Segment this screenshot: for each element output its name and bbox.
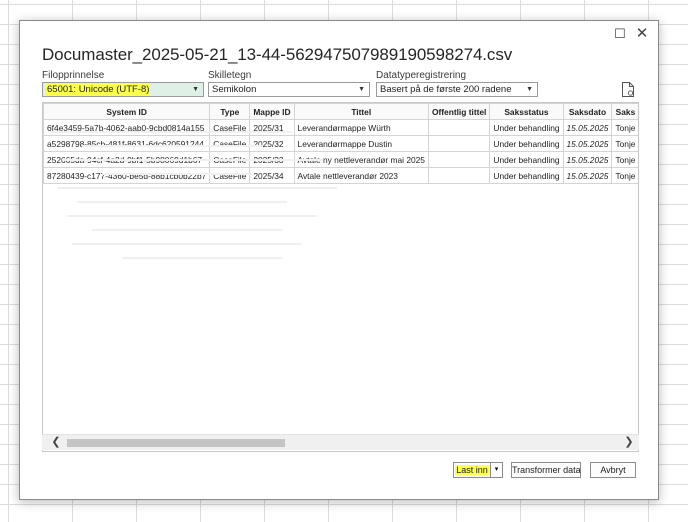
dialog-title: Documaster_2025-05-21_13-44-562947507989… bbox=[42, 45, 513, 64]
column-header[interactable]: Saksstatus bbox=[489, 103, 564, 120]
scrollbar-thumb[interactable] bbox=[67, 439, 285, 447]
chevron-down-icon: ▼ bbox=[192, 86, 199, 93]
table-cell: Tonje bbox=[611, 135, 638, 152]
chevron-down-icon: ▼ bbox=[358, 86, 365, 93]
column-header[interactable]: Offentlig tittel bbox=[427, 103, 491, 120]
table-cell: Under behandling bbox=[489, 135, 564, 152]
chevron-left-icon[interactable]: ❮ bbox=[48, 435, 64, 451]
table-cell bbox=[427, 135, 491, 152]
table-cell bbox=[427, 119, 491, 136]
transform-data-button[interactable]: Transformer data bbox=[511, 462, 581, 478]
chevron-right-icon[interactable]: ❯ bbox=[621, 435, 637, 451]
load-button-label: Last inn bbox=[455, 465, 489, 475]
table-cell: Under behandling bbox=[489, 119, 564, 136]
column-header[interactable]: System ID bbox=[43, 103, 211, 120]
column-header[interactable]: Saks bbox=[611, 103, 638, 120]
file-origin-label: Filopprinnelse bbox=[42, 70, 105, 81]
table-cell: 15.05.2025 bbox=[562, 135, 613, 152]
chevron-down-icon: ▾ bbox=[494, 466, 499, 473]
table-cell: Tonje bbox=[611, 151, 638, 168]
delimiter-label: Skilletegn bbox=[208, 70, 252, 81]
file-origin-value: 65001: Unicode (UTF-8) bbox=[46, 83, 151, 96]
chevron-down-icon: ▼ bbox=[526, 86, 533, 93]
cancel-button[interactable]: Avbryt bbox=[590, 462, 636, 478]
table-cell bbox=[427, 167, 491, 184]
datatype-select[interactable]: Basert på de første 200 radene ▼ bbox=[376, 82, 538, 97]
table-cell: Under behandling bbox=[489, 151, 564, 168]
table-cell bbox=[427, 151, 491, 168]
import-dialog: ☐ ✕ Documaster_2025-05-21_13-44-56294750… bbox=[19, 20, 659, 500]
header-row: System ID Type Mappe ID Tittel Offentlig tit… bbox=[43, 103, 638, 120]
table-cell: 15.05.2025 bbox=[562, 119, 613, 136]
table-cell: Under behandling bbox=[489, 167, 564, 184]
table-cell: Tonje bbox=[611, 119, 638, 136]
delimiter-value: Semikolon bbox=[212, 84, 257, 95]
datatype-value: Basert på de første 200 radene bbox=[380, 84, 512, 95]
column-header[interactable]: Mappe ID bbox=[249, 103, 295, 120]
column-header[interactable]: Type bbox=[209, 103, 251, 120]
datatype-label: Datatyperegistrering bbox=[376, 70, 467, 81]
maximize-icon[interactable]: ☐ bbox=[610, 25, 630, 43]
table-cell: 15.05.2025 bbox=[562, 151, 613, 168]
column-header[interactable]: Tittel bbox=[293, 103, 429, 120]
load-button[interactable]: Last inn bbox=[453, 462, 491, 478]
document-settings-icon[interactable] bbox=[621, 81, 635, 98]
faded-background-text bbox=[42, 125, 362, 285]
file-origin-select[interactable]: 65001: Unicode (UTF-8) ▼ bbox=[42, 82, 204, 97]
horizontal-scrollbar[interactable]: ❮ ❯ bbox=[42, 434, 639, 450]
load-options-button[interactable]: ▾ bbox=[490, 462, 503, 478]
column-header[interactable]: Saksdato bbox=[562, 103, 613, 120]
close-icon[interactable]: ✕ bbox=[632, 25, 652, 43]
table-cell: Tonje bbox=[611, 167, 638, 184]
table-cell: 15.05.2025 bbox=[562, 167, 613, 184]
delimiter-select[interactable]: Semikolon ▼ bbox=[208, 82, 370, 97]
